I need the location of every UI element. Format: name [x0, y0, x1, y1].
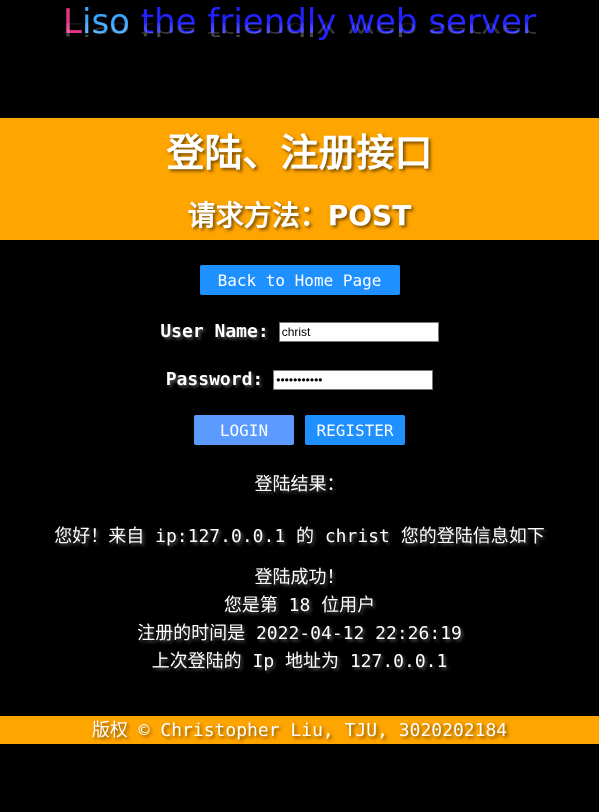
- login-button[interactable]: LOGIN: [194, 415, 294, 445]
- username-row: User Name:: [0, 321, 599, 342]
- register-button[interactable]: REGISTER: [305, 415, 405, 445]
- password-label: Password:: [165, 369, 264, 390]
- title-banner: 登陆、注册接口 请求方法：POST: [0, 118, 599, 240]
- username-label: User Name:: [160, 321, 269, 342]
- last-login-ip: 上次登陆的 Ip 地址为 127.0.0.1: [151, 651, 448, 672]
- result-title: 登陆结果：: [254, 474, 345, 495]
- main-content: Back to Home Page User Name: Password: L…: [0, 240, 599, 676]
- logo-header: Liso the friendly web server Liso the fr…: [0, 0, 599, 118]
- logo-reflection: Liso the friendly web server: [63, 18, 536, 40]
- result-greeting: 您好！来自 ip:127.0.0.1 的 christ 您的登陆信息如下: [54, 526, 545, 547]
- password-row: Password:: [0, 369, 599, 390]
- register-time: 注册的时间是 2022-04-12 22:26:19: [137, 623, 462, 644]
- user-number: 您是第 18 位用户: [223, 595, 376, 616]
- login-status: 登陆成功！: [254, 567, 345, 588]
- result-details: 登陆成功！ 您是第 18 位用户 注册的时间是 2022-04-12 22:26…: [0, 564, 599, 676]
- password-input[interactable]: [273, 369, 434, 390]
- copyright-footer: 版权 © Christopher Liu, TJU, 3020202184: [0, 716, 599, 744]
- username-input[interactable]: [278, 321, 439, 342]
- back-home-button[interactable]: Back to Home Page: [199, 265, 400, 295]
- request-method-subtitle: 请求方法：POST: [187, 199, 412, 232]
- page-title: 登陆、注册接口: [166, 131, 433, 175]
- action-buttons: LOGIN REGISTER: [0, 415, 599, 445]
